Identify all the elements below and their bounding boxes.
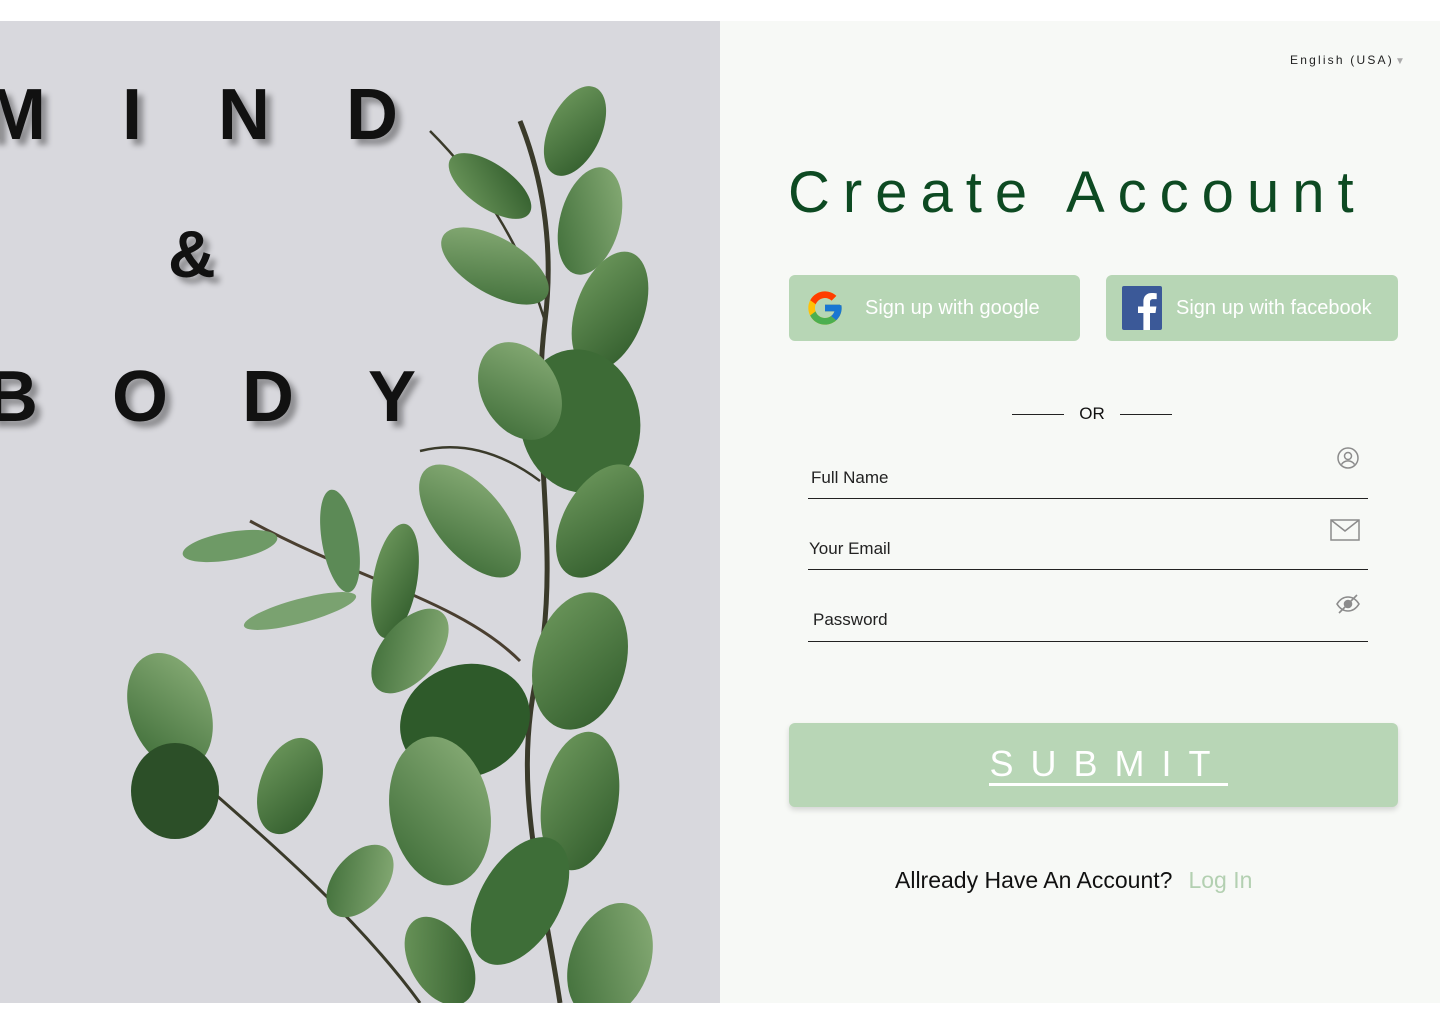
envelope-icon (1330, 519, 1360, 541)
google-signup-button[interactable]: Sign up with google (789, 275, 1080, 341)
full-name-field (808, 447, 1368, 499)
email-input[interactable] (809, 537, 1309, 561)
hero-panel: MIND & BODY (0, 21, 720, 1003)
submit-label: SUBMIT (989, 744, 1228, 787)
or-text: OR (1079, 404, 1105, 423)
hero-ampersand: & (168, 217, 216, 291)
google-signup-label: Sign up with google (865, 296, 1040, 319)
password-input[interactable] (813, 608, 1313, 632)
login-prompt-text: Allready Have An Account? (895, 867, 1173, 893)
full-name-input[interactable] (811, 466, 1311, 490)
login-link[interactable]: Log In (1188, 867, 1252, 893)
language-selector[interactable]: English (USA)▼ (1290, 53, 1440, 67)
or-divider: OR (1012, 403, 1172, 425)
password-field (808, 594, 1368, 642)
caret-down-icon: ▼ (1394, 56, 1408, 67)
login-prompt-row: Allready Have An Account? Log In (895, 867, 1252, 894)
user-circle-icon (1336, 446, 1360, 470)
divider-line-left (1012, 413, 1064, 415)
hero-word-mind: MIND (0, 75, 474, 155)
signup-page: MIND & BODY English (USA)▼ Create Accoun… (0, 21, 1440, 1003)
facebook-signup-label: Sign up with facebook (1176, 296, 1372, 319)
facebook-signup-button[interactable]: Sign up with facebook (1106, 275, 1398, 341)
eye-slash-icon[interactable] (1336, 593, 1360, 615)
page-title: Create Account (788, 160, 1367, 225)
eucalyptus-plant-image (127, 86, 653, 1003)
hero-word-body: BODY (0, 357, 491, 437)
email-field (808, 519, 1368, 570)
divider-line-right (1120, 413, 1172, 415)
facebook-icon (1122, 286, 1162, 330)
language-label: English (USA) (1290, 53, 1394, 67)
google-icon (805, 288, 845, 328)
submit-button[interactable]: SUBMIT (789, 723, 1398, 807)
